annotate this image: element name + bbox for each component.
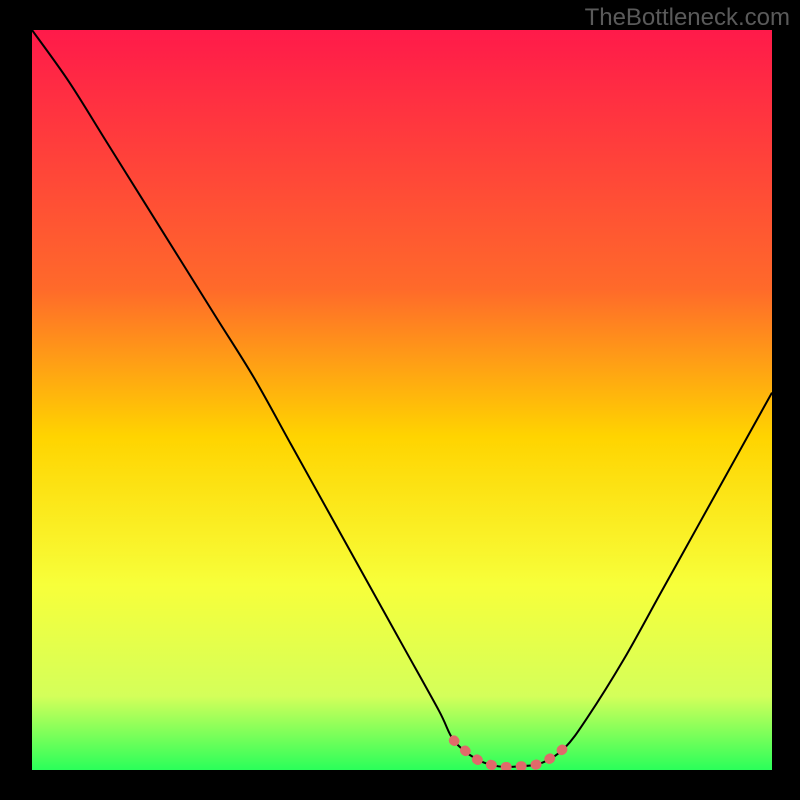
- curve-layer: [32, 30, 772, 770]
- highlight-segment: [454, 740, 565, 767]
- plot-area: [32, 30, 772, 770]
- watermark-text: TheBottleneck.com: [585, 4, 790, 32]
- bottleneck-curve: [32, 30, 772, 767]
